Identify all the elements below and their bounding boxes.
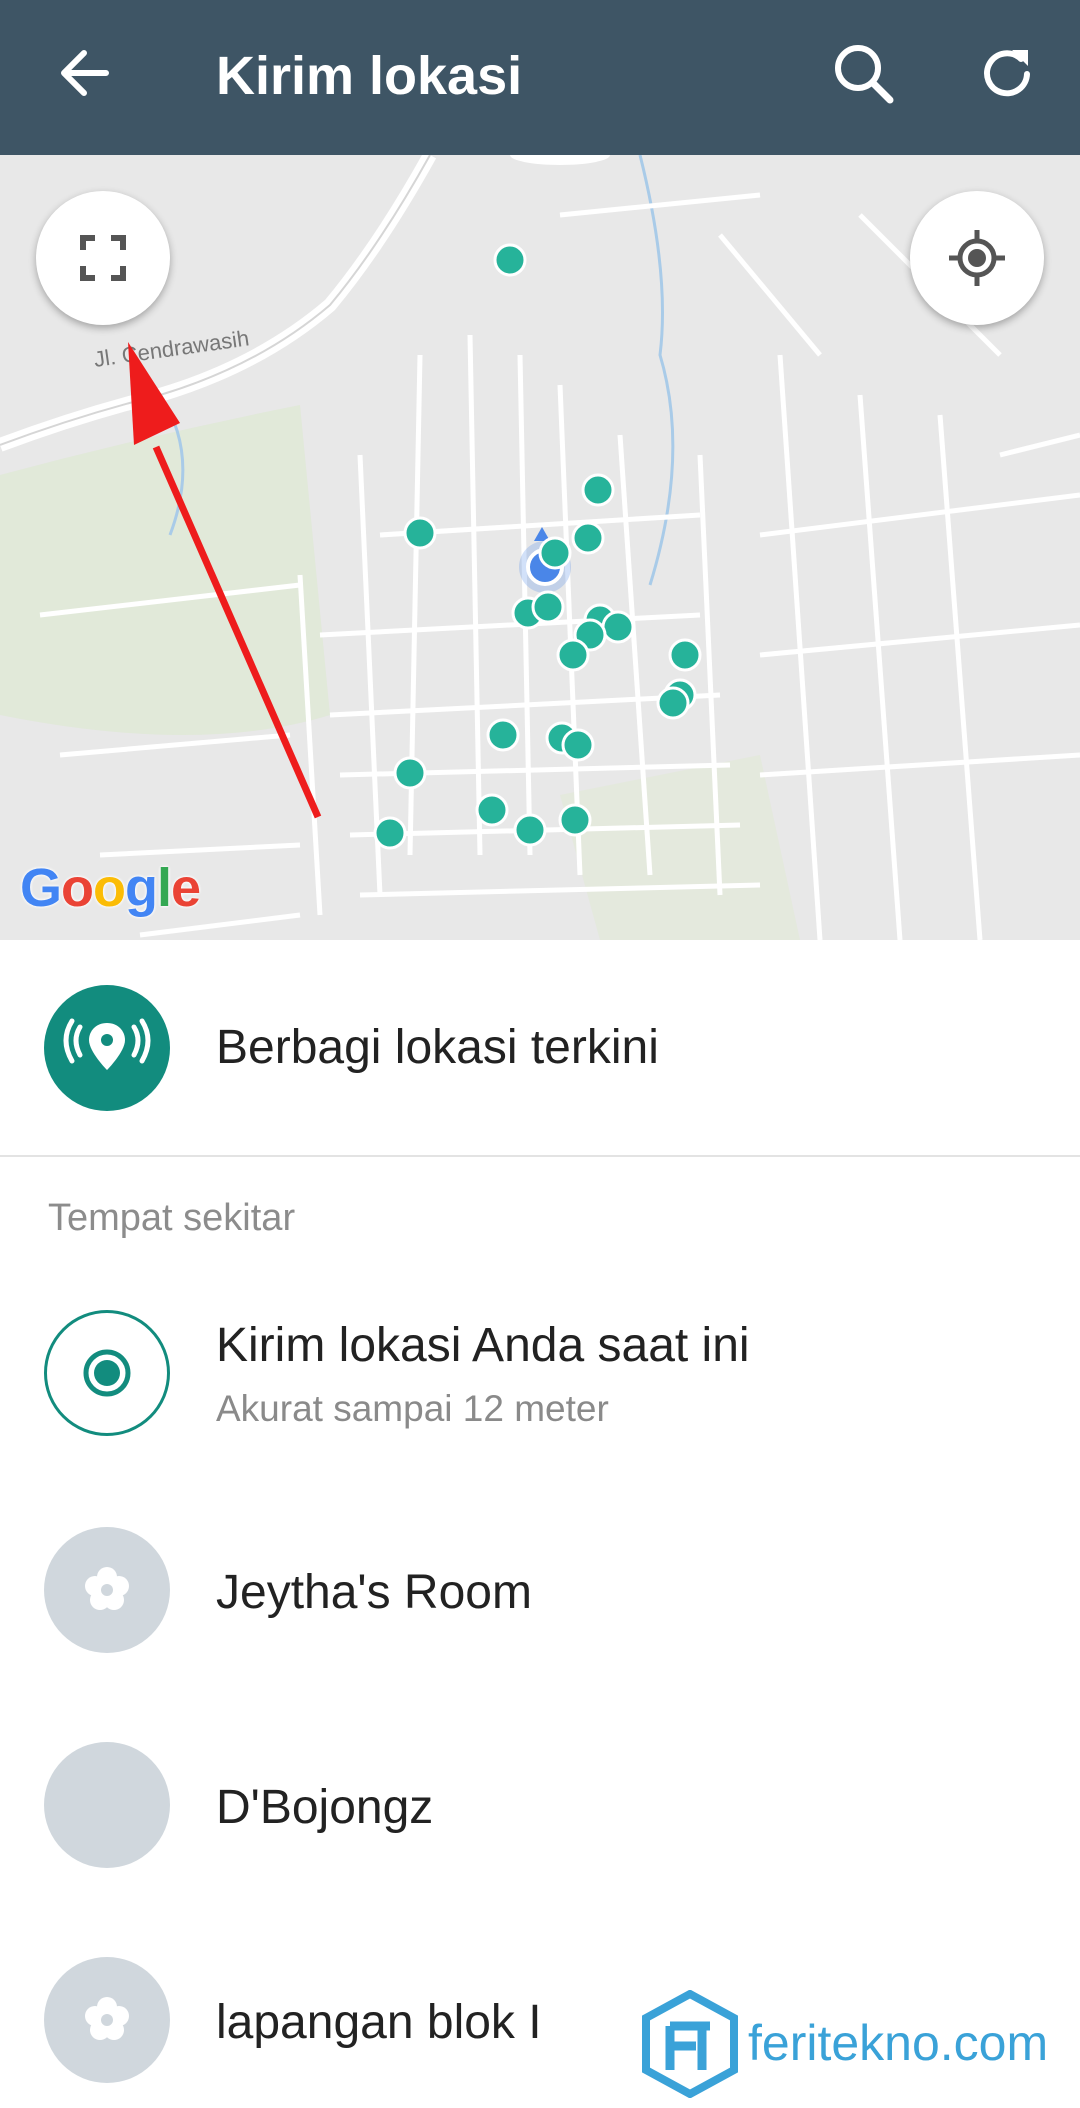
app-bar: Kirim lokasi [0,0,1080,155]
divider [0,1155,1080,1157]
watermark-text: feritekno.com [748,2015,1049,2071]
back-arrow-icon[interactable] [52,40,118,106]
live-location-icon [44,985,170,1111]
flower-icon [44,1527,170,1653]
google-logo: Google [20,858,201,918]
refresh-icon[interactable] [972,38,1044,110]
fullscreen-icon [80,235,126,281]
place-name: lapangan blok I [216,1996,542,2049]
flower-icon [44,1957,170,2083]
place-item[interactable]: D'Bojongz [0,1715,1080,1900]
share-live-location-label: Berbagi lokasi terkini [216,1021,659,1074]
place-name: Jeytha's Room [216,1566,532,1619]
section-header: Tempat sekitar [48,1197,296,1239]
send-current-location-row[interactable]: Kirim lokasi Anda saat ini Akurat sampai… [0,1290,1080,1460]
place-item[interactable]: Jeytha's Room [0,1500,1080,1685]
my-location-button[interactable] [910,191,1044,325]
page-title: Kirim lokasi [216,46,523,106]
accuracy-text: Akurat sampai 12 meter [216,1388,609,1429]
place-name: D'Bojongz [216,1781,434,1834]
share-live-location-row[interactable]: Berbagi lokasi terkini [0,940,1080,1155]
current-location-label: Kirim lokasi Anda saat ini [216,1319,750,1372]
watermark-logo-icon [642,1989,738,2099]
search-icon[interactable] [828,38,900,110]
crosshair-icon [949,230,1005,286]
current-location-icon [44,1310,170,1436]
map-view[interactable]: Jl. Cendrawasih Google [0,155,1080,940]
watermark: feritekno.com [640,1989,1060,2099]
place-placeholder-icon [44,1742,170,1868]
fullscreen-button[interactable] [36,191,170,325]
